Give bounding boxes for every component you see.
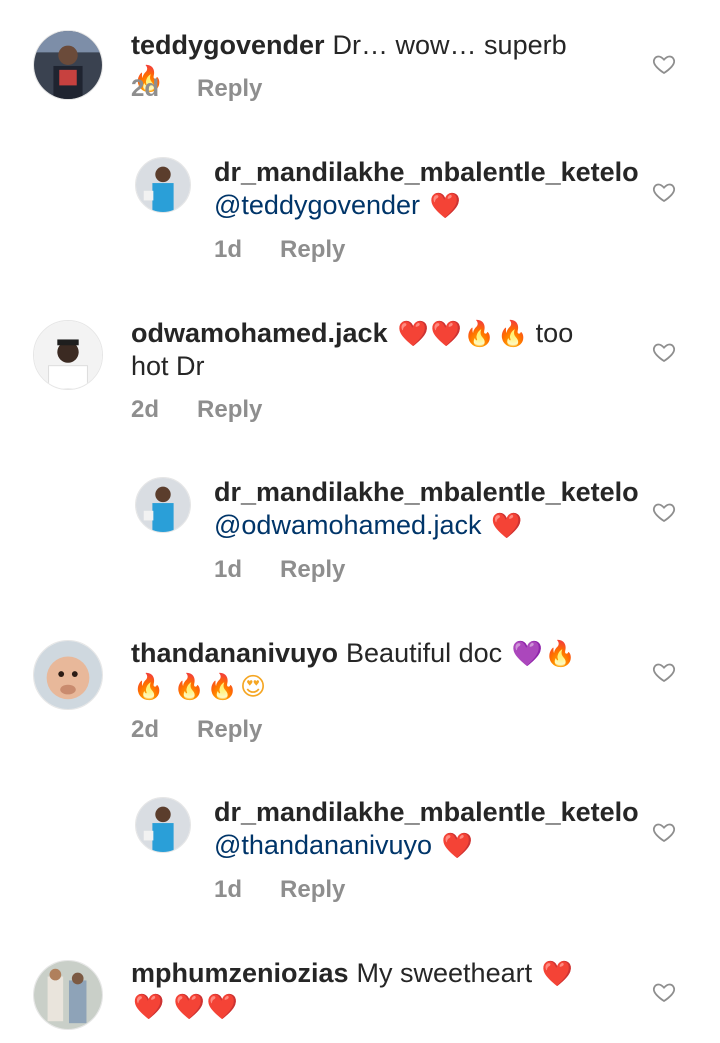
heart-eyes-emoji-icon: 😍 [239, 672, 266, 701]
comment-text: odwamohamed.jack ❤️❤️🔥🔥 too hot Dr [131, 317, 601, 383]
comment-time: 2d [131, 716, 160, 743]
comment-username[interactable]: dr_mandilakhe_mbalentle_ketelo [214, 157, 639, 187]
avatar[interactable] [135, 477, 191, 533]
comment-time: 1d [214, 236, 243, 263]
reply-button[interactable]: Reply [280, 236, 345, 263]
comment-username[interactable]: dr_mandilakhe_mbalentle_ketelo [214, 477, 639, 507]
comment-body: Beautiful doc [346, 638, 503, 668]
reply-button[interactable]: Reply [197, 75, 262, 102]
comment-meta: 1d Reply [214, 876, 345, 904]
heart-outline-icon[interactable] [652, 52, 676, 76]
comment-text: thandananivuyo Beautiful doc 💜🔥🔥 🔥🔥😍 [131, 637, 601, 703]
red-heart-emoji-icon: ❤️ [429, 191, 461, 220]
fire-emoji-icon: 🔥 [544, 639, 576, 668]
comment-username[interactable]: mphumzeniozias [131, 958, 349, 988]
reply-button[interactable]: Reply [197, 716, 262, 743]
comment-username[interactable]: dr_mandilakhe_mbalentle_ketelo [214, 797, 639, 827]
comment-time: 1d [214, 556, 243, 583]
avatar[interactable] [33, 960, 103, 1030]
red-heart-emoji-icon: ❤️ [430, 319, 462, 348]
comment-text: mphumzeniozias My sweetheart ❤️❤️ ❤️❤️ [131, 957, 601, 1023]
reply-button[interactable]: Reply [280, 556, 345, 583]
comment-body: My sweetheart [356, 958, 533, 988]
comment-time: 1d [214, 876, 243, 903]
heart-outline-icon[interactable] [652, 820, 676, 844]
red-heart-emoji-icon: ❤️ [441, 831, 473, 860]
reply-button[interactable]: Reply [197, 396, 262, 423]
purple-heart-emoji-icon: 💜 [511, 639, 543, 668]
avatar[interactable] [33, 320, 103, 390]
comment-meta: 2d Reply [131, 716, 262, 744]
red-heart-emoji-icon: ❤️ [133, 992, 165, 1021]
heart-outline-icon[interactable] [652, 660, 676, 684]
avatar[interactable] [33, 30, 103, 100]
red-heart-emoji-icon: ❤️ [173, 992, 205, 1021]
comment-text: dr_mandilakhe_mbalentle_ketelo @odwamoha… [214, 476, 654, 542]
comment-time: 2d [131, 75, 160, 102]
heart-outline-icon[interactable] [652, 180, 676, 204]
reply-button[interactable]: Reply [280, 876, 345, 903]
fire-emoji-icon: 🔥 [497, 319, 529, 348]
comment-text: dr_mandilakhe_mbalentle_ketelo @thandana… [214, 796, 654, 862]
comment-text: dr_mandilakhe_mbalentle_ketelo @teddygov… [214, 156, 654, 222]
fire-emoji-icon: 🔥 [463, 319, 496, 348]
red-heart-emoji-icon: ❤️ [397, 319, 429, 348]
comment-meta: 1d Reply [214, 556, 345, 584]
fire-emoji-icon: 🔥 [133, 672, 165, 701]
red-heart-emoji-icon: ❤️ [491, 511, 523, 540]
mention-link[interactable]: @thandananivuyo [214, 830, 432, 860]
comment-username[interactable]: teddygovender [131, 30, 325, 60]
comment-time: 2d [131, 396, 160, 423]
comment-meta: 1d Reply [214, 236, 345, 264]
comment-username[interactable]: thandananivuyo [131, 638, 338, 668]
comment-body: Dr… wow… superb [332, 30, 567, 60]
comment-username[interactable]: odwamohamed.jack [131, 318, 388, 348]
fire-emoji-icon: 🔥 [206, 672, 238, 701]
comment-meta: 2d Reply [131, 396, 262, 424]
red-heart-emoji-icon: ❤️ [541, 959, 573, 988]
avatar[interactable] [135, 797, 191, 853]
avatar[interactable] [135, 157, 191, 213]
heart-outline-icon[interactable] [652, 500, 676, 524]
red-heart-emoji-icon: ❤️ [206, 992, 238, 1021]
mention-link[interactable]: @teddygovender [214, 190, 420, 220]
avatar[interactable] [33, 640, 103, 710]
comment-meta: 2d Reply [131, 75, 262, 103]
heart-outline-icon[interactable] [652, 340, 676, 364]
heart-outline-icon[interactable] [652, 980, 676, 1004]
fire-emoji-icon: 🔥 [173, 672, 205, 701]
mention-link[interactable]: @odwamohamed.jack [214, 510, 482, 540]
